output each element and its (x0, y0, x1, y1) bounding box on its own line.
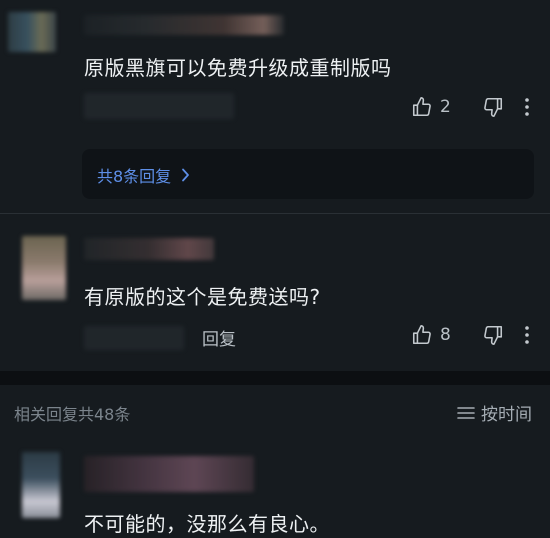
like-count: 2 (440, 97, 451, 117)
menu-lines-icon (457, 406, 475, 420)
reply-thread-box[interactable]: 共8条回复 (82, 149, 534, 199)
more-vertical-icon[interactable] (524, 97, 530, 117)
timestamp (84, 326, 184, 350)
chevron-right-icon (181, 168, 190, 182)
like-count: 8 (440, 325, 451, 345)
divider (0, 213, 550, 214)
comment-text: 有原版的这个是免费送吗? (84, 285, 321, 309)
sort-label: 按时间 (481, 405, 532, 425)
comment-actions: 8 (411, 324, 530, 346)
comment-text: 不可能的，没那么有良心。 (84, 512, 330, 536)
comment-actions: 2 (411, 96, 530, 118)
avatar[interactable] (22, 236, 66, 300)
username[interactable] (84, 456, 254, 492)
thumbs-down-icon[interactable] (482, 324, 504, 346)
timestamp (84, 93, 234, 119)
more-vertical-icon[interactable] (524, 325, 530, 345)
thumbs-up-icon[interactable] (411, 96, 433, 118)
related-replies-title: 相关回复共48条 (14, 405, 131, 424)
comment-text: 原版黑旗可以免费升级成重制版吗 (84, 56, 392, 80)
username[interactable] (84, 15, 284, 35)
reply-count-label: 共8条回复 (97, 167, 172, 186)
avatar[interactable] (8, 12, 56, 52)
thumbs-down-icon[interactable] (482, 96, 504, 118)
avatar[interactable] (22, 452, 60, 518)
reply-button[interactable]: 回复 (202, 325, 236, 350)
username[interactable] (84, 238, 214, 260)
section-divider (0, 371, 550, 385)
sort-button[interactable]: 按时间 (457, 400, 532, 425)
comment-feed: 原版黑旗可以免费升级成重制版吗 2 共8条回复 有原版的这个是免费送吗? 回复 … (0, 0, 550, 538)
view-replies-link[interactable]: 共8条回复 (97, 163, 190, 187)
thumbs-up-icon[interactable] (411, 324, 433, 346)
